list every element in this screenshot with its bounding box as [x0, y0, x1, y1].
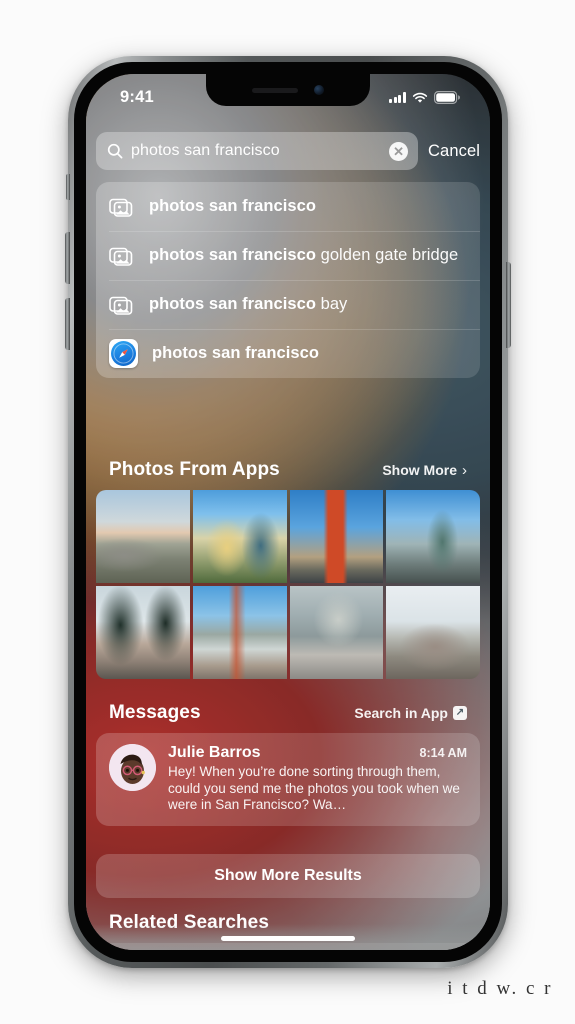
watermark: i t d w. c r [447, 978, 553, 999]
safari-icon [109, 339, 138, 368]
photo-tile-transamerica[interactable] [386, 490, 480, 583]
clear-circle-icon[interactable]: ✕ [389, 141, 409, 161]
cellular-bars-icon [389, 92, 406, 103]
suggestion-label: photos san francisco [152, 344, 319, 363]
section-title: Photos From Apps [109, 459, 280, 480]
search-input-value: photos san francisco [131, 142, 280, 159]
section-title: Messages [109, 702, 201, 723]
photos-section-header: Photos From Apps Show More › [96, 459, 480, 481]
message-header-row: Julie Barros 8:14 AM [168, 744, 467, 762]
external-link-icon: ↗ [453, 706, 467, 720]
battery-full-icon [434, 91, 460, 104]
photo-tile-foggy-city[interactable] [386, 586, 480, 679]
front-camera-icon [314, 85, 324, 95]
search-icon [107, 143, 123, 159]
photo-tile-baker-beach[interactable] [192, 586, 287, 679]
search-bar-row: photos san francisco ✕ Cancel [96, 132, 480, 170]
photo-stack-icon [109, 294, 135, 316]
show-more-results-button[interactable]: Show More Results [96, 854, 480, 898]
photo-tile-victorian-houses[interactable] [192, 490, 287, 583]
suggestion-label: photos san francisco [149, 197, 316, 216]
display-notch [206, 74, 370, 106]
photo-tile-house-and-car[interactable] [289, 586, 384, 679]
suggestion-bold-part: photos san francisco [149, 295, 316, 313]
device-bezel: 9:41 photos san francisco ✕ Cancel photo… [74, 62, 502, 962]
safari-compass-icon [111, 341, 136, 366]
suggestion-rest-part: golden gate bridge [315, 246, 459, 264]
photo-thumbnail-grid [96, 490, 480, 679]
home-indicator[interactable] [221, 936, 355, 941]
show-more-button[interactable]: Show More › [382, 462, 467, 479]
photo-stack-icon [109, 245, 135, 267]
phone-screen: 9:41 photos san francisco ✕ Cancel photo… [86, 74, 490, 950]
suggestion-row[interactable]: photos san francisco [96, 329, 480, 378]
suggestion-bold-part: photos san francisco [149, 246, 316, 264]
cancel-button[interactable]: Cancel [428, 142, 480, 161]
message-sender-name: Julie Barros [168, 744, 261, 761]
suggestion-label: photos san francisco bay [149, 295, 347, 314]
messages-section: Messages Search in App ↗ Julie Barros 8:… [96, 702, 480, 826]
photos-from-apps-section: Photos From Apps Show More › [96, 459, 480, 679]
suggestion-bold-part: photos san francisco [149, 197, 316, 215]
silent-switch-button[interactable] [66, 174, 70, 200]
volume-up-button[interactable] [65, 232, 70, 284]
message-result-card[interactable]: Julie Barros 8:14 AM Hey! When you’re do… [96, 733, 480, 826]
search-suggestions-list: photos san francisco photos san francisc… [96, 182, 480, 378]
suggestion-row[interactable]: photos san francisco bay [96, 280, 480, 329]
suggestion-row[interactable]: photos san francisco golden gate bridge [96, 231, 480, 280]
iphone-device-frame: 9:41 photos san francisco ✕ Cancel photo… [65, 56, 511, 968]
suggestion-bold-part: photos san francisco [152, 344, 319, 362]
message-timestamp: 8:14 AM [419, 746, 467, 760]
messages-section-header: Messages Search in App ↗ [96, 702, 480, 724]
photo-stack-icon [109, 196, 135, 218]
spotlight-search-results: photos san francisco ✕ Cancel photos san… [86, 74, 490, 950]
wifi-icon [412, 92, 428, 104]
status-bar-icons [389, 88, 460, 104]
message-body: Julie Barros 8:14 AM Hey! When you’re do… [168, 744, 467, 814]
photo-tile-cypress-trees[interactable] [96, 586, 190, 679]
power-button[interactable] [506, 262, 511, 348]
suggestion-label: photos san francisco golden gate bridge [149, 246, 458, 265]
suggestion-rest-part: bay [315, 295, 348, 313]
chevron-right-icon: › [462, 461, 467, 479]
volume-down-button[interactable] [65, 298, 70, 350]
suggestion-row[interactable]: photos san francisco [96, 182, 480, 231]
search-in-app-label: Search in App [354, 705, 448, 721]
search-in-app-button[interactable]: Search in App ↗ [354, 705, 467, 721]
message-preview-text: Hey! When you’re done sorting through th… [168, 764, 460, 812]
status-bar-time: 9:41 [120, 88, 154, 106]
show-more-label: Show More [382, 462, 457, 478]
earpiece-speaker-icon [252, 87, 298, 93]
search-input[interactable]: photos san francisco ✕ [96, 132, 419, 170]
memoji-avatar [109, 744, 156, 791]
photo-tile-sf-hills[interactable] [96, 490, 190, 583]
photo-tile-golden-gate-tower[interactable] [289, 490, 384, 583]
